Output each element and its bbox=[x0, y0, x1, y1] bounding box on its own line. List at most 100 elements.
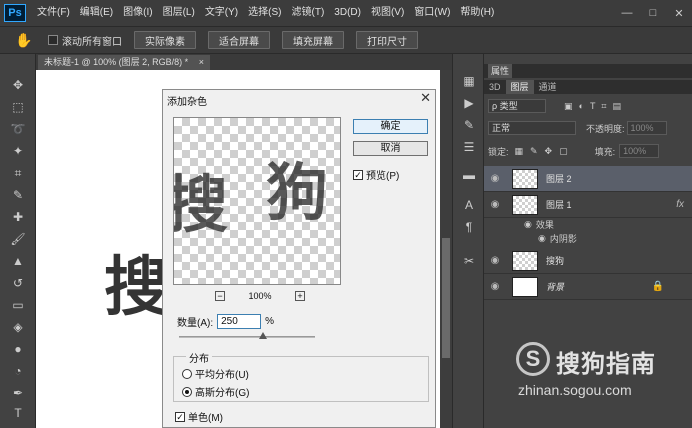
history-panel-icon[interactable]: ▦ bbox=[459, 72, 479, 90]
magic-wand-tool-icon[interactable]: ✦ bbox=[8, 142, 28, 160]
document-tab-title: 未标题-1 @ 100% (图层 2, RGB/8) * bbox=[44, 57, 189, 67]
amount-input[interactable]: 250 bbox=[217, 314, 262, 329]
lock-icons[interactable]: ▦✎✥▢ bbox=[515, 146, 575, 157]
hand-tool-icon[interactable]: ✋ bbox=[14, 30, 34, 50]
distribution-label: 分布 bbox=[186, 350, 212, 365]
filter-preview[interactable]: 搜 狗 bbox=[173, 117, 341, 285]
preview-check-box[interactable]: ✓ bbox=[353, 169, 363, 180]
fx-icon[interactable]: fx bbox=[676, 199, 684, 210]
inner-shadow-label: 内阴影 bbox=[549, 234, 577, 244]
menu-help[interactable]: 帮助(H) bbox=[455, 0, 499, 26]
opacity-label: 不透明度: bbox=[586, 123, 625, 134]
adjustments-panel-icon[interactable]: ☰ bbox=[459, 138, 479, 156]
uniform-radio-circle[interactable] bbox=[182, 368, 192, 379]
effects-eye-icon[interactable]: ◉ bbox=[524, 219, 532, 230]
inner-shadow-eye-icon[interactable]: ◉ bbox=[538, 233, 546, 244]
photoshop-logo: Ps bbox=[4, 4, 26, 22]
blend-mode-select[interactable]: 正常 bbox=[488, 121, 576, 135]
menu-filter[interactable]: 滤镜(T) bbox=[287, 0, 330, 26]
type-tool-icon[interactable]: T bbox=[8, 404, 28, 422]
filter-kind-select[interactable]: ρ 类型 bbox=[488, 99, 546, 113]
ok-button[interactable]: 确定 bbox=[353, 119, 428, 134]
gaussian-radio[interactable]: 高斯分布(G) bbox=[182, 384, 249, 399]
document-tab-close-icon[interactable]: × bbox=[199, 57, 204, 67]
zoom-out-button[interactable]: − bbox=[215, 291, 225, 301]
restore-button[interactable]: □ bbox=[640, 0, 666, 26]
menu-window[interactable]: 窗口(W) bbox=[409, 0, 455, 26]
vertical-scrollbar[interactable] bbox=[440, 70, 452, 428]
menu-view[interactable]: 视图(V) bbox=[366, 0, 409, 26]
actions-panel-icon[interactable]: ▶ bbox=[459, 94, 479, 112]
document-tab[interactable]: 未标题-1 @ 100% (图层 2, RGB/8) * × bbox=[38, 55, 210, 70]
paragraph-panel-icon[interactable]: ¶ bbox=[459, 218, 479, 236]
menu-bar: Ps 文件(F) 编辑(E) 图像(I) 图层(L) 文字(Y) 选择(S) 滤… bbox=[0, 0, 692, 26]
brush-panel-icon[interactable]: ✎ bbox=[459, 116, 479, 134]
tab-3d[interactable]: 3D bbox=[484, 80, 506, 94]
visibility-eye-icon[interactable]: ◉ bbox=[484, 281, 506, 292]
monochromatic-check-box[interactable]: ✓ bbox=[175, 411, 185, 422]
visibility-eye-icon[interactable]: ◉ bbox=[484, 173, 506, 184]
menu-type[interactable]: 文字(Y) bbox=[200, 0, 243, 26]
cancel-button[interactable]: 取消 bbox=[353, 141, 428, 156]
scrollbar-thumb[interactable] bbox=[442, 238, 450, 358]
eyedropper-tool-icon[interactable]: ✎ bbox=[8, 186, 28, 204]
properties-tab[interactable]: 属性 bbox=[488, 64, 513, 78]
zoom-in-button[interactable]: + bbox=[295, 291, 305, 301]
paint-bucket-tool-icon[interactable]: ◈ bbox=[8, 318, 28, 336]
pen-tool-icon[interactable]: ✒ bbox=[8, 384, 28, 402]
amount-slider-track[interactable] bbox=[179, 336, 315, 338]
blur-tool-icon[interactable]: ● bbox=[8, 340, 28, 358]
layer-row-sogou[interactable]: ◉ 搜狗 bbox=[484, 248, 692, 274]
crop-tool-icon[interactable]: ⌗ bbox=[8, 164, 28, 182]
visibility-eye-icon[interactable]: ◉ bbox=[484, 199, 506, 210]
filter-icons[interactable]: ▣◐T⌗▤ bbox=[564, 101, 627, 112]
menu-image[interactable]: 图像(I) bbox=[118, 0, 157, 26]
marquee-tool-icon[interactable]: ⬚ bbox=[8, 98, 28, 116]
gaussian-radio-circle[interactable] bbox=[182, 386, 192, 397]
fill-input[interactable]: 100% bbox=[619, 144, 660, 158]
menu-3d[interactable]: 3D(D) bbox=[329, 0, 366, 26]
tab-layers[interactable]: 图层 bbox=[505, 80, 534, 94]
dodge-tool-icon[interactable]: ◔ bbox=[8, 362, 28, 380]
layer-row-background[interactable]: ◉ 背景 🔒 bbox=[484, 274, 692, 300]
menu-layer[interactable]: 图层(L) bbox=[158, 0, 200, 26]
layer-name: 图层 1 bbox=[546, 200, 572, 210]
clone-stamp-tool-icon[interactable]: ▲ bbox=[8, 252, 28, 270]
checkbox-box[interactable] bbox=[48, 35, 58, 45]
actual-pixels-button[interactable]: 实际像素 bbox=[134, 31, 196, 49]
menu-edit[interactable]: 编辑(E) bbox=[75, 0, 118, 26]
scroll-all-windows-checkbox[interactable]: 滚动所有窗口 bbox=[48, 33, 122, 48]
eraser-tool-icon[interactable]: ▭ bbox=[8, 296, 28, 314]
effects-label: 效果 bbox=[535, 220, 554, 230]
effects-row[interactable]: ◉ 效果 bbox=[484, 218, 692, 231]
minimize-button[interactable]: — bbox=[614, 0, 640, 26]
opacity-input[interactable]: 100% bbox=[626, 121, 667, 135]
layer-thumbnail bbox=[512, 250, 538, 271]
visibility-eye-icon[interactable]: ◉ bbox=[484, 255, 506, 266]
history-brush-tool-icon[interactable]: ↺ bbox=[8, 274, 28, 292]
preview-zoom-controls: − 100% + bbox=[215, 290, 305, 302]
close-window-button[interactable]: ✕ bbox=[666, 0, 692, 26]
tool-presets-panel-icon[interactable]: ▬ bbox=[459, 166, 479, 184]
lasso-tool-icon[interactable]: ➰ bbox=[8, 120, 28, 138]
move-tool-icon[interactable]: ✥ bbox=[8, 76, 28, 94]
amount-slider-thumb[interactable] bbox=[259, 332, 267, 339]
uniform-radio[interactable]: 平均分布(U) bbox=[182, 366, 249, 381]
layer-row-layer-2[interactable]: ◉ 图层 2 bbox=[484, 166, 692, 192]
healing-brush-tool-icon[interactable]: ✚ bbox=[8, 208, 28, 226]
dialog-close-icon[interactable]: ✕ bbox=[420, 90, 431, 106]
lock-fill-row: 锁定: ▦✎✥▢ 填充: 100% bbox=[488, 143, 688, 159]
fit-screen-button[interactable]: 适合屏幕 bbox=[208, 31, 270, 49]
fill-screen-button[interactable]: 填充屏幕 bbox=[282, 31, 344, 49]
tools-panel-icon[interactable]: ✂ bbox=[459, 252, 479, 270]
menu-file[interactable]: 文件(F) bbox=[32, 0, 75, 26]
layer-row-layer-1[interactable]: ◉ 图层 1 fx bbox=[484, 192, 692, 218]
monochromatic-checkbox[interactable]: ✓ 单色(M) bbox=[175, 409, 223, 424]
inner-shadow-row[interactable]: ◉ 内阴影 bbox=[484, 232, 692, 245]
print-size-button[interactable]: 打印尺寸 bbox=[356, 31, 418, 49]
menu-select[interactable]: 选择(S) bbox=[243, 0, 286, 26]
character-panel-icon[interactable]: A bbox=[459, 196, 479, 214]
brush-tool-icon[interactable]: 🖌 bbox=[8, 230, 28, 248]
tab-channels[interactable]: 通道 bbox=[534, 80, 562, 94]
preview-checkbox[interactable]: ✓ 预览(P) bbox=[353, 167, 399, 182]
